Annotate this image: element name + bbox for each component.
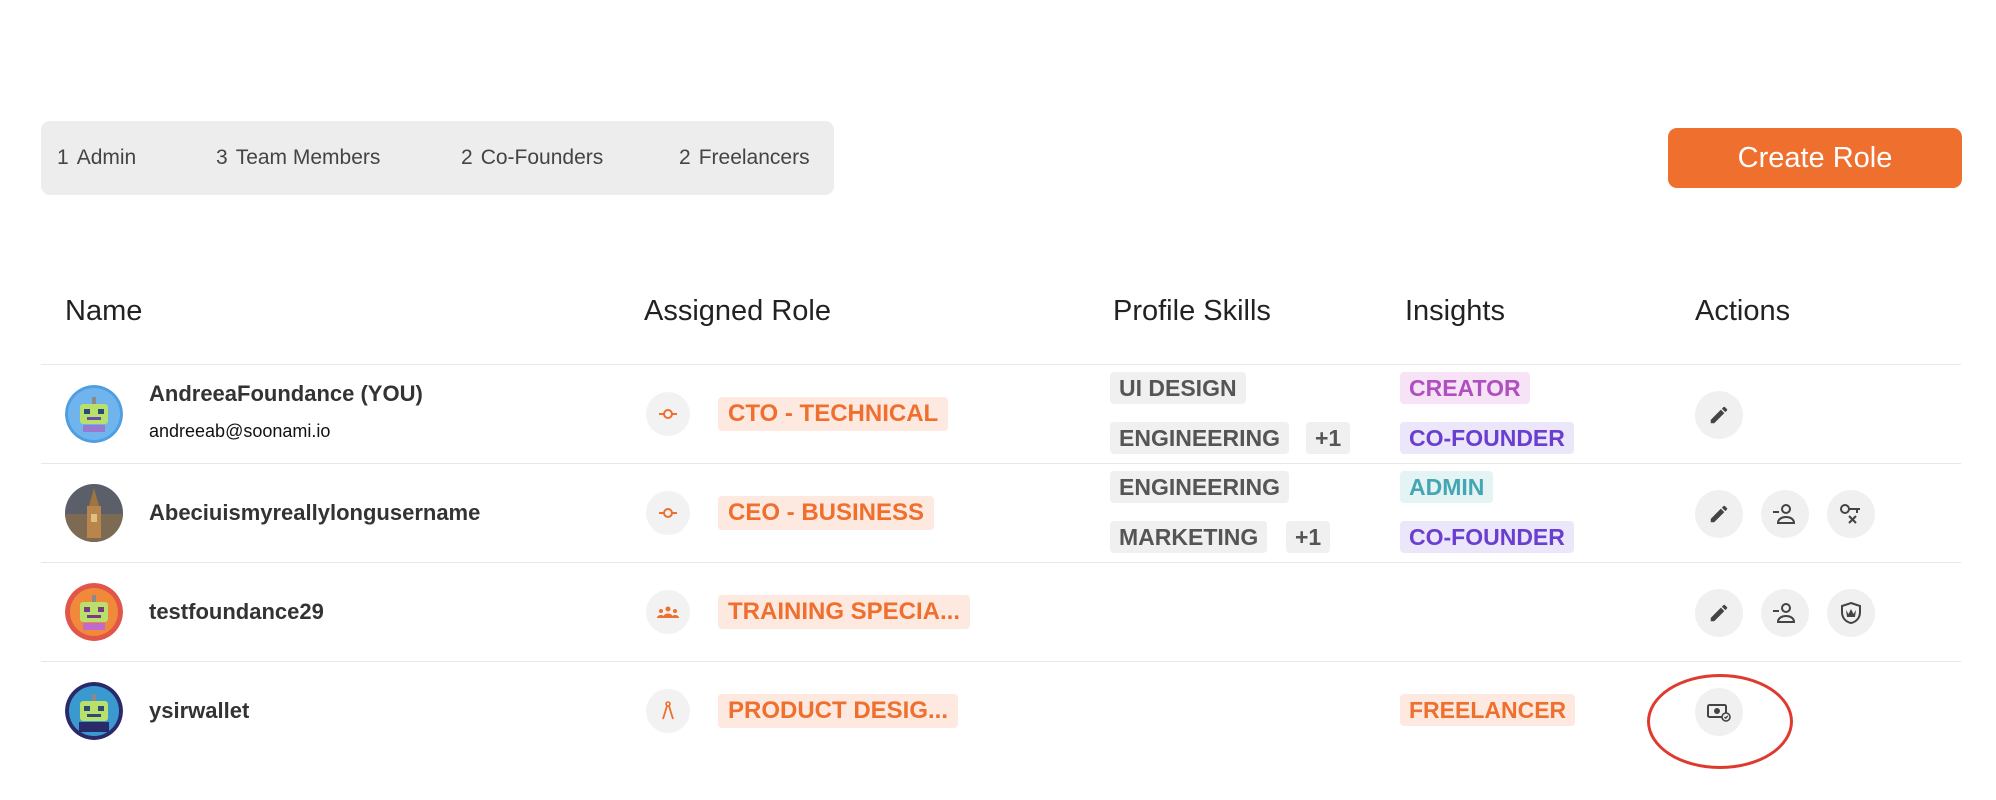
table-row: testfoundance29 TRAINING SPECIA... (0, 563, 1996, 662)
header-profile-skills: Profile Skills (1113, 295, 1271, 327)
skill-tag: ENGINEERING (1110, 471, 1290, 503)
compass-icon (646, 689, 690, 733)
summary-label: Co-Founders (480, 146, 604, 169)
insight-tag-co-founder: CO-FOUNDER (1400, 521, 1574, 553)
avatar (65, 682, 123, 740)
skill-more-tag[interactable]: +1 (1286, 521, 1331, 553)
insight-tag-admin: ADMIN (1400, 471, 1494, 503)
user-name: AndreeaFoundance (YOU) (149, 381, 423, 406)
roles-page: 1 Admin 3 Team Members 2 Co-Founders 2 F… (0, 0, 1996, 800)
summary-label: Admin (76, 146, 137, 169)
role-tag[interactable]: CEO - BUSINESS (718, 496, 935, 530)
role-tag[interactable]: TRAINING SPECIA... (718, 595, 971, 629)
user-email: andreeab@soonami.io (149, 421, 331, 441)
edit-icon (1710, 604, 1728, 622)
shield-icon (1841, 601, 1861, 625)
header-actions: Actions (1695, 295, 1791, 327)
insight-tag-creator: CREATOR (1400, 372, 1530, 404)
summary-item-co-founders[interactable]: 2 Co-Founders (461, 121, 603, 195)
insight-tag-freelancer: FREELANCER (1400, 694, 1576, 726)
summary-label: Team Members (235, 146, 381, 169)
remove-user-button[interactable] (1761, 490, 1809, 538)
user-name: ysirwallet (149, 698, 250, 723)
role-summary-bar: 1 Admin 3 Team Members 2 Co-Founders 2 F… (41, 121, 834, 195)
skill-tag: MARKETING (1110, 521, 1268, 553)
remove-user-button[interactable] (1761, 589, 1809, 637)
header-insights: Insights (1405, 295, 1505, 327)
summary-count: 2 (461, 146, 473, 169)
insight-tag-co-founder: CO-FOUNDER (1400, 422, 1574, 454)
table-row: Abeciuismyreallylongusername CEO - BUSIN… (0, 464, 1996, 563)
remove-user-icon (1773, 504, 1796, 524)
avatar (65, 484, 123, 542)
summary-item-admin[interactable]: 1 Admin (57, 121, 136, 195)
remove-user-icon (1773, 603, 1796, 623)
edit-icon (1710, 505, 1728, 523)
avatar (65, 385, 123, 443)
summary-count: 3 (216, 146, 228, 169)
payment-button[interactable] (1695, 688, 1743, 736)
header-assigned-role: Assigned Role (644, 295, 831, 327)
create-role-button[interactable]: Create Role (1668, 128, 1962, 188)
summary-item-freelancers[interactable]: 2 Freelancers (679, 121, 810, 195)
payment-icon (1707, 704, 1731, 722)
shield-button[interactable] (1827, 589, 1875, 637)
avatar (65, 583, 123, 641)
edit-button[interactable] (1695, 391, 1743, 439)
summary-item-team-members[interactable]: 3 Team Members (216, 121, 380, 195)
team-icon (646, 590, 690, 634)
edit-icon (1710, 406, 1728, 424)
commit-icon (646, 491, 690, 535)
summary-count: 1 (57, 146, 69, 169)
role-tag[interactable]: CTO - TECHNICAL (718, 397, 949, 431)
table-row: AndreeaFoundance (YOU) andreeab@soonami.… (0, 365, 1996, 464)
revoke-key-button[interactable] (1827, 490, 1875, 538)
skill-tag: ENGINEERING (1110, 422, 1290, 454)
summary-label: Freelancers (698, 146, 810, 169)
role-tag[interactable]: PRODUCT DESIG... (718, 694, 959, 728)
user-name: Abeciuismyreallylongusername (149, 500, 481, 525)
user-name: testfoundance29 (149, 599, 324, 624)
edit-button[interactable] (1695, 589, 1743, 637)
table-row: ysirwallet PRODUCT DESIG... FREELANCER (0, 662, 1996, 761)
edit-button[interactable] (1695, 490, 1743, 538)
summary-count: 2 (679, 146, 691, 169)
skill-more-tag[interactable]: +1 (1306, 422, 1351, 454)
revoke-key-icon (1840, 504, 1860, 524)
commit-icon (646, 392, 690, 436)
skill-tag: UI DESIGN (1110, 372, 1246, 404)
header-name: Name (65, 295, 143, 327)
